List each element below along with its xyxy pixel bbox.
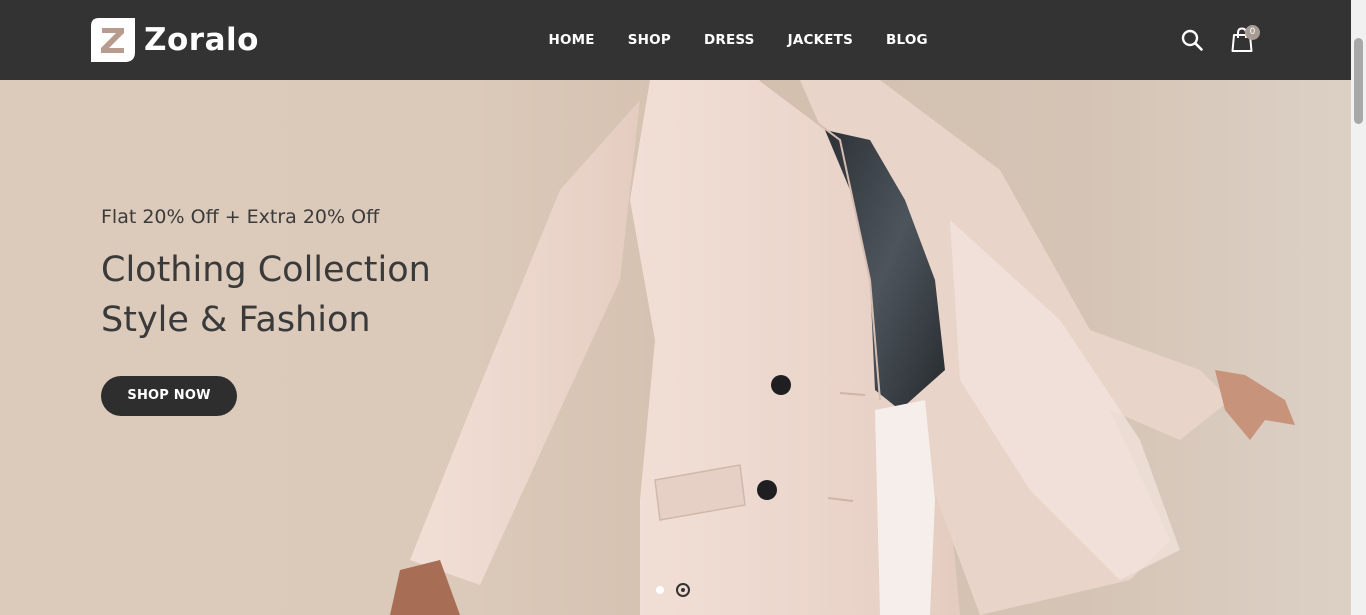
logo-mark-icon [91,18,135,62]
nav-item-jackets[interactable]: JACKETS [788,32,853,48]
hero-title: Clothing Collection Style & Fashion [101,245,431,345]
hero-subtitle: Flat 20% Off + Extra 20% Off [101,206,380,228]
slider-pagination [656,583,690,597]
hero-title-line-2: Style & Fashion [101,300,371,340]
shop-now-button[interactable]: SHOP NOW [101,376,237,416]
page-scrollbar[interactable] [1351,0,1366,615]
slide-dot-1[interactable] [656,586,664,594]
search-icon[interactable] [1180,28,1204,52]
cart-count-badge: 0 [1245,25,1260,40]
brand-logo[interactable]: Zoralo [91,18,259,62]
nav-item-home[interactable]: HOME [549,32,595,48]
hero-title-line-1: Clothing Collection [101,250,431,290]
site-header: Zoralo HOME SHOP DRESS JACKETS BLOG 0 [0,0,1351,80]
slide-dot-2-active[interactable] [676,583,690,597]
hero-slider: Flat 20% Off + Extra 20% Off Clothing Co… [0,80,1351,615]
nav-item-shop[interactable]: SHOP [628,32,671,48]
main-nav: HOME SHOP DRESS JACKETS BLOG [532,0,944,80]
hero-content: Flat 20% Off + Extra 20% Off Clothing Co… [101,206,431,416]
scrollbar-thumb[interactable] [1354,38,1363,124]
brand-name: Zoralo [144,22,259,58]
nav-item-blog[interactable]: BLOG [886,32,928,48]
nav-item-dress[interactable]: DRESS [704,32,755,48]
